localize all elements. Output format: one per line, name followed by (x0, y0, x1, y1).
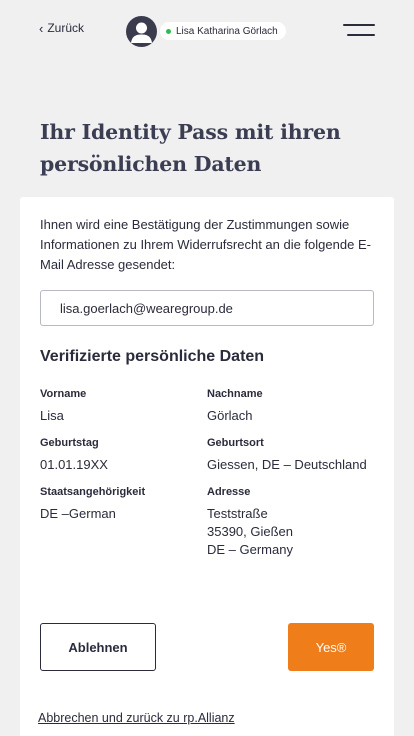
field-geburtstag: Geburtstag 01.01.19XX (40, 436, 108, 474)
online-status-icon (166, 28, 171, 34)
consent-intro-text: Ihnen wird eine Bestätigung der Zustimmu… (40, 217, 371, 272)
field-value: 01.01.19XX (40, 457, 108, 472)
chevron-left-icon: ‹ (39, 20, 44, 36)
back-button[interactable]: ‹ Zurück (39, 21, 84, 35)
field-value: Görlach (207, 408, 253, 423)
address-city: 35390, Gießen (207, 524, 294, 539)
address-value: Teststraße 35390, Gießen DE – Germany (207, 505, 293, 559)
back-label: Zurück (47, 21, 85, 35)
field-value: Lisa (40, 408, 64, 423)
identity-card: Ihnen wird eine Bestätigung der Zustimmu… (20, 197, 394, 736)
field-value: DE –German (40, 506, 116, 521)
field-geburtsort: Geburtsort Giessen, DE – Deutschland (207, 436, 367, 474)
cancel-and-return-link[interactable]: Abbrechen und zurück zu rp.Allianz (38, 711, 235, 725)
user-status-pill: Lisa Katharina Görlach (160, 22, 286, 40)
field-adresse: Adresse Teststraße 35390, Gießen DE – Ge… (207, 485, 293, 559)
address-street: Teststraße (207, 506, 268, 521)
top-bar: ‹ Zurück Lisa Katharina Görlach (0, 0, 414, 64)
user-name: Lisa Katharina Görlach (176, 25, 278, 37)
field-label: Geburtsort (207, 437, 264, 449)
field-label: Nachname (207, 388, 263, 400)
address-country: DE – Germany (207, 542, 293, 557)
field-staatsangehoerigkeit: Staatsangehörigkeit DE –German (40, 485, 145, 523)
page-title: Ihr Identity Pass mit ihren persönlichen… (40, 120, 341, 176)
field-label: Vorname (40, 388, 87, 400)
field-label: Adresse (207, 486, 251, 498)
decline-button[interactable]: Ablehnen (40, 623, 156, 671)
accept-button[interactable]: Yes® (288, 623, 374, 671)
section-title: Verifizierte persönliche Daten (40, 348, 265, 365)
field-value: Giessen, DE – Deutschland (207, 457, 367, 472)
field-label: Staatsangehörigkeit (40, 486, 146, 498)
field-vorname: Vorname Lisa (40, 387, 86, 425)
avatar-icon[interactable] (126, 16, 157, 47)
field-label: Geburtstag (40, 437, 99, 449)
email-field[interactable] (40, 290, 374, 326)
hamburger-menu-icon[interactable] (343, 22, 375, 38)
field-nachname: Nachname Görlach (207, 387, 263, 425)
